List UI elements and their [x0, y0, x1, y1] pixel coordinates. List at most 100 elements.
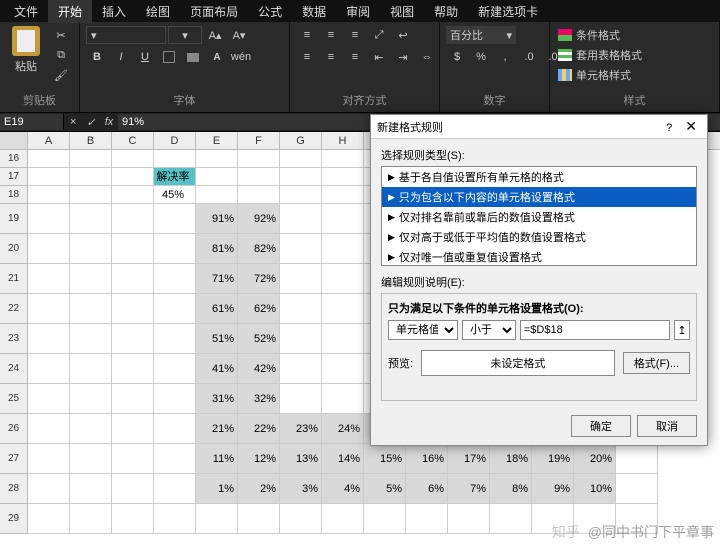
cell[interactable]: [28, 168, 70, 186]
menu-newtab[interactable]: 新建选项卡: [468, 0, 548, 23]
cell[interactable]: [112, 264, 154, 294]
cell[interactable]: [322, 324, 364, 354]
cell[interactable]: [112, 150, 154, 168]
menu-insert[interactable]: 插入: [92, 0, 136, 23]
cell[interactable]: 42%: [238, 354, 280, 384]
cell[interactable]: [280, 354, 322, 384]
cell[interactable]: 62%: [238, 294, 280, 324]
cell[interactable]: [616, 444, 658, 474]
italic-button[interactable]: I: [110, 48, 132, 66]
increase-font-button[interactable]: A▴: [204, 26, 226, 44]
cell[interactable]: [154, 294, 196, 324]
cell[interactable]: 解决率: [154, 168, 196, 186]
cell[interactable]: [28, 150, 70, 168]
col-header[interactable]: G: [280, 132, 322, 149]
cell[interactable]: 18%: [490, 444, 532, 474]
cell[interactable]: 3%: [280, 474, 322, 504]
cell[interactable]: [154, 150, 196, 168]
menu-home[interactable]: 开始: [48, 0, 92, 23]
cell[interactable]: 52%: [238, 324, 280, 354]
cell[interactable]: [28, 294, 70, 324]
format-button[interactable]: 格式(F)...: [623, 352, 690, 374]
cell[interactable]: 31%: [196, 384, 238, 414]
wrap-text-button[interactable]: ↩: [392, 26, 414, 44]
cell[interactable]: [70, 294, 112, 324]
cell[interactable]: [28, 384, 70, 414]
cell[interactable]: [70, 168, 112, 186]
cell[interactable]: [280, 186, 322, 204]
cell[interactable]: [280, 504, 322, 534]
cell[interactable]: [112, 186, 154, 204]
row-header[interactable]: 23: [0, 324, 28, 354]
cell[interactable]: [154, 204, 196, 234]
cell[interactable]: 61%: [196, 294, 238, 324]
menu-layout[interactable]: 页面布局: [180, 0, 248, 23]
cell[interactable]: 8%: [490, 474, 532, 504]
cell[interactable]: [112, 204, 154, 234]
bold-button[interactable]: B: [86, 48, 108, 66]
cell[interactable]: 32%: [238, 384, 280, 414]
cell[interactable]: 17%: [448, 444, 490, 474]
cell[interactable]: [154, 264, 196, 294]
cell[interactable]: [322, 186, 364, 204]
cell[interactable]: 1%: [196, 474, 238, 504]
cell[interactable]: 72%: [238, 264, 280, 294]
cell[interactable]: [322, 264, 364, 294]
percent-button[interactable]: %: [470, 48, 492, 66]
col-header[interactable]: A: [28, 132, 70, 149]
rule-type-list[interactable]: 基于各自值设置所有单元格的格式 只为包含以下内容的单元格设置格式 仅对排名靠前或…: [381, 166, 697, 266]
cell[interactable]: [406, 504, 448, 534]
menu-file[interactable]: 文件: [4, 0, 48, 23]
row-header[interactable]: 18: [0, 186, 28, 204]
fx-button[interactable]: fx: [100, 116, 118, 128]
cell[interactable]: 10%: [574, 474, 616, 504]
cell[interactable]: 41%: [196, 354, 238, 384]
row-header[interactable]: 26: [0, 414, 28, 444]
cancel-formula-button[interactable]: ×: [64, 116, 82, 128]
font-size-dropdown[interactable]: ▾: [168, 26, 202, 44]
row-header[interactable]: 21: [0, 264, 28, 294]
cell[interactable]: 2%: [238, 474, 280, 504]
cell[interactable]: [154, 324, 196, 354]
copy-button[interactable]: ⧉: [50, 46, 72, 64]
col-header[interactable]: B: [70, 132, 112, 149]
format-painter-button[interactable]: 🖌: [50, 66, 72, 84]
cell[interactable]: [154, 384, 196, 414]
dialog-close-button[interactable]: ✕: [681, 118, 701, 134]
menu-draw[interactable]: 绘图: [136, 0, 180, 23]
cell[interactable]: 4%: [322, 474, 364, 504]
condition-value-input[interactable]: [520, 320, 670, 340]
rule-option-selected[interactable]: 只为包含以下内容的单元格设置格式: [382, 187, 696, 207]
cell[interactable]: [280, 204, 322, 234]
cell[interactable]: [238, 186, 280, 204]
cell[interactable]: [28, 444, 70, 474]
cell[interactable]: [280, 150, 322, 168]
cell[interactable]: [154, 354, 196, 384]
cell[interactable]: [238, 168, 280, 186]
ok-button[interactable]: 确定: [571, 415, 631, 437]
cell[interactable]: [280, 234, 322, 264]
col-header[interactable]: F: [238, 132, 280, 149]
orientation-button[interactable]: ⤢: [368, 26, 390, 44]
cell[interactable]: [280, 264, 322, 294]
cell[interactable]: 23%: [280, 414, 322, 444]
cell[interactable]: [322, 168, 364, 186]
font-family-dropdown[interactable]: ▾: [86, 26, 166, 44]
paste-button[interactable]: 粘贴: [6, 26, 46, 74]
col-header[interactable]: E: [196, 132, 238, 149]
dialog-help-button[interactable]: ?: [660, 122, 678, 134]
cell[interactable]: [196, 186, 238, 204]
cell[interactable]: [70, 234, 112, 264]
indent-inc-button[interactable]: ⇥: [392, 48, 414, 66]
cell[interactable]: 82%: [238, 234, 280, 264]
cell[interactable]: [70, 264, 112, 294]
rule-option[interactable]: 仅对高于或低于平均值的数值设置格式: [382, 227, 696, 247]
cell[interactable]: 6%: [406, 474, 448, 504]
cell[interactable]: [364, 504, 406, 534]
menu-data[interactable]: 数据: [292, 0, 336, 23]
apply-table-format-button[interactable]: 套用表格格式: [556, 46, 644, 64]
cell[interactable]: [28, 204, 70, 234]
cell[interactable]: [28, 504, 70, 534]
cell[interactable]: 14%: [322, 444, 364, 474]
cell[interactable]: [70, 414, 112, 444]
